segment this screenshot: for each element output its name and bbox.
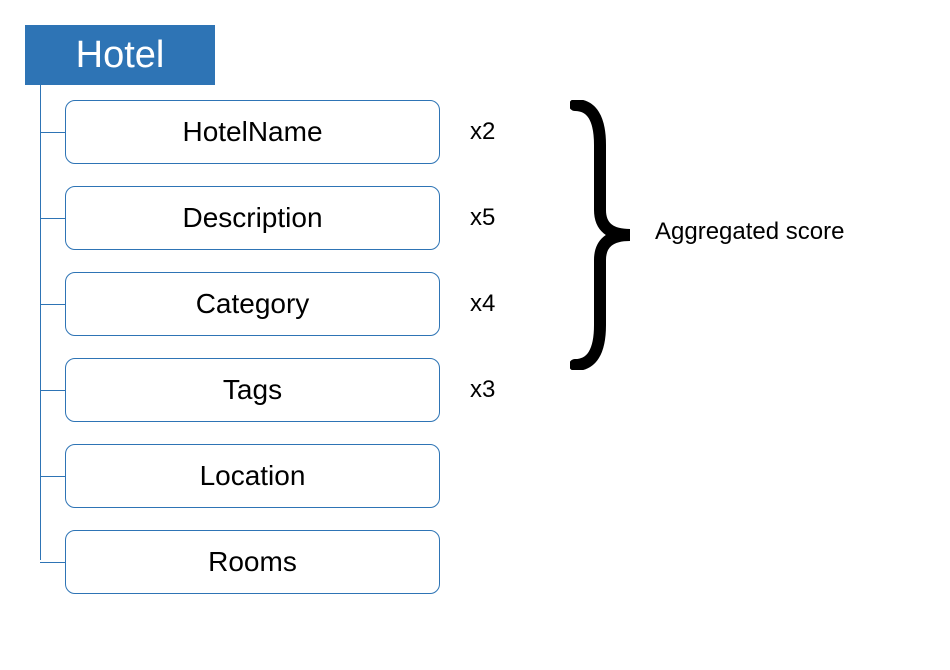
field-label: Category [196, 288, 310, 320]
field-multiplier: x5 [470, 204, 520, 232]
field-row: Tags x3 [40, 358, 520, 422]
field-row: HotelName x2 [40, 100, 520, 164]
field-box-location: Location [65, 444, 440, 508]
field-label: HotelName [182, 116, 322, 148]
branch-line [40, 304, 65, 305]
field-box-category: Category [65, 272, 440, 336]
branch-line [40, 390, 65, 391]
field-label: Location [200, 460, 306, 492]
field-box-tags: Tags [65, 358, 440, 422]
field-multiplier: x2 [470, 118, 520, 146]
field-box-hotelname: HotelName [65, 100, 440, 164]
root-entity-label: Hotel [76, 34, 165, 77]
aggregated-score-label: Aggregated score [655, 218, 844, 246]
field-row: Rooms [40, 530, 520, 594]
branch-line [40, 562, 65, 563]
branch-line [40, 132, 65, 133]
root-entity-box: Hotel [25, 25, 215, 85]
field-row: Description x5 [40, 186, 520, 250]
curly-brace-icon [570, 100, 640, 370]
field-multiplier: x4 [470, 290, 520, 318]
field-box-rooms: Rooms [65, 530, 440, 594]
field-row: Category x4 [40, 272, 520, 336]
field-label: Tags [223, 374, 282, 406]
field-label: Rooms [208, 546, 297, 578]
field-multiplier: x3 [470, 376, 520, 404]
field-label: Description [182, 202, 322, 234]
field-box-description: Description [65, 186, 440, 250]
branch-line [40, 218, 65, 219]
field-row: Location [40, 444, 520, 508]
branch-line [40, 476, 65, 477]
